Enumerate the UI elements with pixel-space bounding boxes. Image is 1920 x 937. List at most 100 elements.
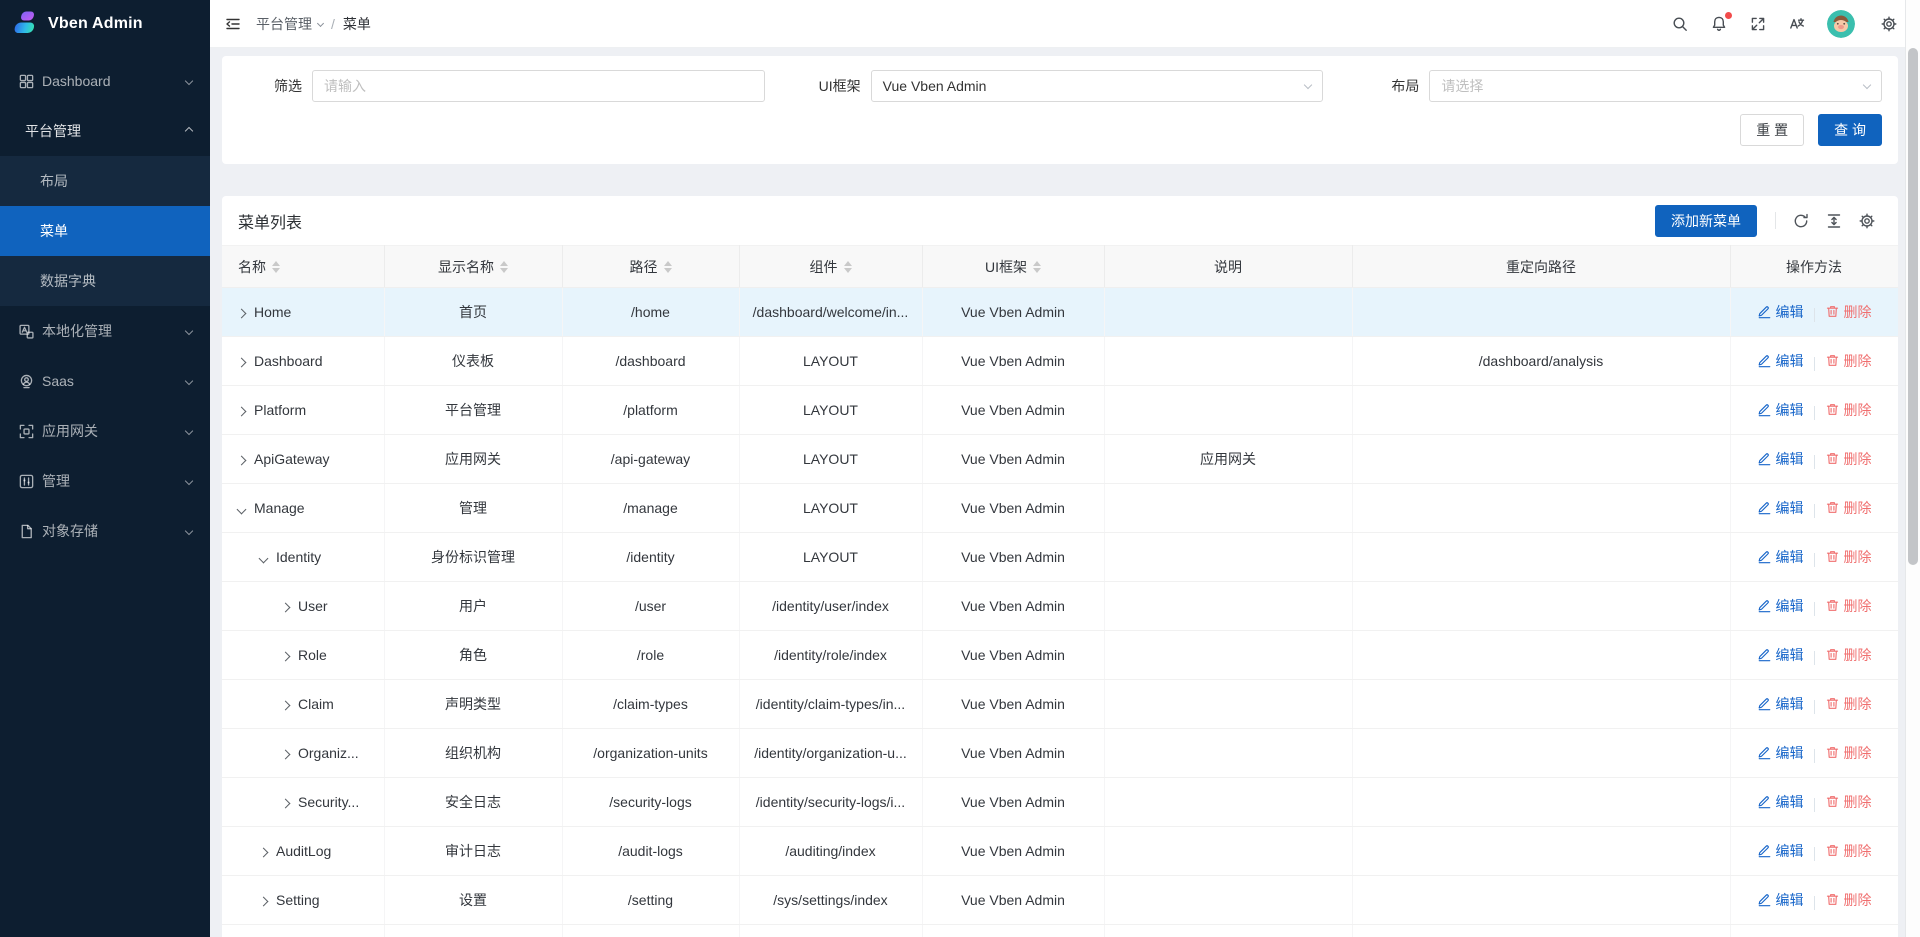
actions-cell: 编辑 删除 — [1730, 435, 1898, 484]
sidebar-item-platform-group[interactable]: 平台管理 — [0, 106, 210, 156]
sidebar-item-saas[interactable]: Saas — [0, 356, 210, 406]
sort-icon[interactable] — [1033, 261, 1041, 273]
layout-select[interactable]: 请选择 — [1429, 70, 1882, 102]
row-expand-chevron[interactable] — [281, 750, 291, 760]
sidebar-item-dictionary[interactable]: 数据字典 — [0, 256, 210, 306]
delete-button[interactable]: 删除 — [1825, 743, 1872, 763]
sidebar-item-manage[interactable]: 管理 — [0, 456, 210, 506]
table-settings-icon[interactable] — [1858, 212, 1876, 230]
delete-button[interactable]: 删除 — [1825, 792, 1872, 812]
sidebar-item-menu[interactable]: 菜单 — [0, 206, 210, 256]
delete-button[interactable]: 删除 — [1825, 400, 1872, 420]
row-expand-chevron[interactable] — [281, 652, 291, 662]
action-divider — [1814, 651, 1815, 665]
edit-button[interactable]: 编辑 — [1757, 547, 1804, 567]
notification-bell-icon[interactable] — [1710, 15, 1728, 33]
breadcrumb-separator: / — [331, 16, 335, 32]
row-expand-chevron[interactable] — [281, 603, 291, 613]
edit-button[interactable]: 编辑 — [1757, 645, 1804, 665]
refresh-icon[interactable] — [1792, 212, 1810, 230]
filter-field-keyword: 筛选 — [238, 70, 765, 102]
delete-button[interactable]: 删除 — [1825, 449, 1872, 469]
breadcrumb-item-menu[interactable]: 菜单 — [343, 14, 371, 34]
sidebar-item-storage[interactable]: 对象存储 — [0, 506, 210, 556]
menu-fold-icon[interactable] — [224, 15, 242, 33]
query-button[interactable]: 查 询 — [1818, 114, 1882, 146]
edit-button[interactable]: 编辑 — [1757, 743, 1804, 763]
breadcrumb-item-platform[interactable]: 平台管理 — [256, 14, 323, 34]
edit-button[interactable]: 编辑 — [1757, 792, 1804, 812]
edit-button[interactable]: 编辑 — [1757, 841, 1804, 861]
page-content: 筛选 UI框架 Vue Vben Admin 布局 请选择 — [210, 48, 1920, 937]
delete-button[interactable]: 删除 — [1825, 841, 1872, 861]
edit-icon — [1757, 451, 1772, 466]
row-expand-chevron[interactable] — [237, 407, 247, 417]
display-name-cell: 应用网关 — [384, 435, 562, 484]
sort-icon[interactable] — [664, 261, 672, 273]
edit-button[interactable]: 编辑 — [1757, 449, 1804, 469]
sort-icon[interactable] — [844, 261, 852, 273]
row-expand-chevron[interactable] — [237, 505, 247, 515]
delete-button[interactable]: 删除 — [1825, 547, 1872, 567]
row-expand-chevron[interactable] — [281, 701, 291, 711]
delete-button[interactable]: 删除 — [1825, 596, 1872, 616]
reset-button[interactable]: 重 置 — [1740, 114, 1804, 146]
component-cell: /identity/security-logs/i... — [739, 778, 922, 827]
menu-table: 名称显示名称路径组件UI框架说明重定向路径操作方法 Home首页/home/da… — [222, 245, 1898, 937]
layout-placeholder: 请选择 — [1441, 76, 1483, 96]
sidebar-item-dashboard[interactable]: Dashboard — [0, 56, 210, 106]
delete-button[interactable]: 删除 — [1825, 498, 1872, 518]
delete-button[interactable]: 删除 — [1825, 694, 1872, 714]
edit-button[interactable]: 编辑 — [1757, 302, 1804, 322]
row-expand-chevron[interactable] — [259, 897, 269, 907]
column-label: 说明 — [1214, 257, 1242, 277]
sort-icon[interactable] — [500, 261, 508, 273]
delete-button[interactable]: 删除 — [1825, 890, 1872, 910]
scrollbar-thumb[interactable] — [1908, 48, 1918, 565]
user-avatar[interactable] — [1827, 10, 1855, 38]
fullscreen-icon[interactable] — [1749, 15, 1767, 33]
sidebar-item-gateway[interactable]: 应用网关 — [0, 406, 210, 456]
column-height-icon[interactable] — [1825, 212, 1843, 230]
row-expand-chevron[interactable] — [259, 848, 269, 858]
description-cell — [1104, 386, 1352, 435]
app-logo[interactable]: Vben Admin — [0, 0, 210, 48]
path-cell: /setting — [562, 876, 739, 925]
column-header[interactable]: 路径 — [562, 246, 739, 288]
column-header[interactable]: UI框架 — [922, 246, 1104, 288]
path-cell: /organization-units — [562, 729, 739, 778]
delete-button[interactable]: 删除 — [1825, 302, 1872, 322]
sort-icon[interactable] — [272, 261, 280, 273]
sidebar-item-layout[interactable]: 布局 — [0, 156, 210, 206]
delete-button[interactable]: 删除 — [1825, 645, 1872, 665]
menu-name: Home — [254, 304, 291, 320]
description-cell — [1104, 337, 1352, 386]
edit-button[interactable]: 编辑 — [1757, 351, 1804, 371]
row-expand-chevron[interactable] — [237, 456, 247, 466]
column-header[interactable]: 显示名称 — [384, 246, 562, 288]
settings-gear-icon[interactable] — [1880, 15, 1898, 33]
row-expand-chevron[interactable] — [259, 554, 269, 564]
chevron-down-icon — [185, 377, 193, 385]
delete-button[interactable]: 删除 — [1825, 351, 1872, 371]
ui-framework-cell: Vue Vben Admin — [922, 288, 1104, 337]
actions-cell: 编辑 删除 — [1730, 876, 1898, 925]
edit-button[interactable]: 编辑 — [1757, 694, 1804, 714]
column-header: 说明 — [1104, 246, 1352, 288]
row-expand-chevron[interactable] — [237, 309, 247, 319]
trash-icon — [1825, 304, 1840, 319]
edit-button[interactable]: 编辑 — [1757, 596, 1804, 616]
row-expand-chevron[interactable] — [281, 799, 291, 809]
keyword-input[interactable] — [312, 70, 765, 102]
edit-button[interactable]: 编辑 — [1757, 498, 1804, 518]
row-expand-chevron[interactable] — [237, 358, 247, 368]
edit-button[interactable]: 编辑 — [1757, 890, 1804, 910]
translate-icon[interactable] — [1788, 15, 1806, 33]
add-menu-button[interactable]: 添加新菜单 — [1655, 205, 1757, 237]
column-header[interactable]: 名称 — [222, 246, 384, 288]
sidebar-item-localization[interactable]: 本地化管理 — [0, 306, 210, 356]
search-icon[interactable] — [1671, 15, 1689, 33]
edit-button[interactable]: 编辑 — [1757, 400, 1804, 420]
ui-framework-select[interactable]: Vue Vben Admin — [871, 70, 1324, 102]
column-header[interactable]: 组件 — [739, 246, 922, 288]
